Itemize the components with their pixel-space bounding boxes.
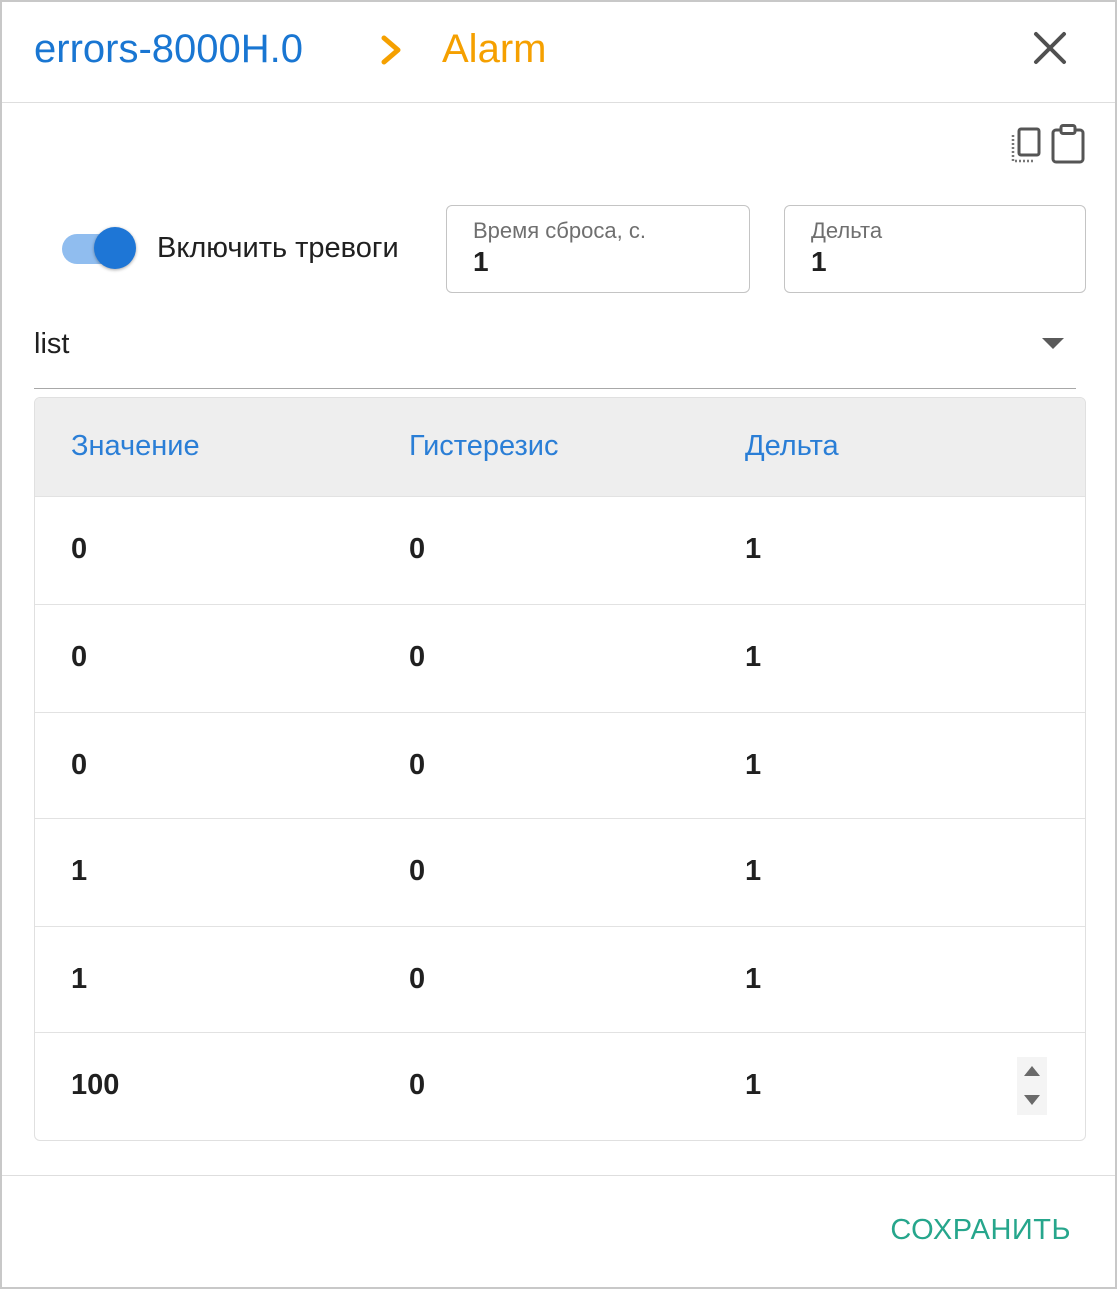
breadcrumb-root[interactable]: errors-8000H.0	[34, 24, 303, 74]
delta-value[interactable]: 1	[811, 246, 827, 278]
cell-hysteresis[interactable]: 0	[409, 533, 425, 566]
cell-delta[interactable]: 1	[745, 1069, 761, 1102]
cell-hysteresis[interactable]: 0	[409, 641, 425, 674]
cell-delta[interactable]: 1	[745, 533, 761, 566]
enable-alarms-toggle[interactable]	[60, 226, 138, 272]
alarm-dialog: errors-8000H.0 Alarm Включить тревоги Вр…	[0, 0, 1117, 1289]
cell-value[interactable]: 1	[71, 963, 87, 996]
save-button[interactable]: СОХРАНИТЬ	[890, 1214, 1071, 1247]
table-row: 0 0 1	[35, 496, 1085, 604]
spin-up-icon[interactable]	[1024, 1066, 1040, 1076]
cell-hysteresis[interactable]: 0	[409, 963, 425, 996]
column-header-value[interactable]: Значение	[71, 430, 200, 463]
cell-delta[interactable]: 1	[745, 641, 761, 674]
column-header-hysteresis[interactable]: Гистерезис	[409, 430, 558, 463]
clipboard-icon[interactable]	[1050, 124, 1086, 164]
enable-alarms-label: Включить тревоги	[157, 232, 399, 264]
cell-hysteresis[interactable]: 0	[409, 1069, 425, 1102]
table-row: 1 0 1	[35, 818, 1085, 926]
cell-hysteresis[interactable]: 0	[409, 855, 425, 888]
alarm-table: Значение Гистерезис Дельта 0 0 1 0 0 1 0…	[34, 397, 1086, 1141]
breadcrumb-current: Alarm	[442, 27, 547, 71]
delta-field[interactable]: Дельта 1	[784, 205, 1086, 293]
cell-value[interactable]: 100	[71, 1069, 119, 1102]
cell-value[interactable]: 0	[71, 641, 87, 674]
cell-value[interactable]: 0	[71, 533, 87, 566]
cell-delta[interactable]: 1	[745, 855, 761, 888]
mode-select-value: list	[34, 328, 70, 360]
cell-delta[interactable]: 1	[745, 963, 761, 996]
copy-icon[interactable]	[1010, 126, 1044, 164]
toggle-knob	[94, 227, 136, 269]
cell-value[interactable]: 1	[71, 855, 87, 888]
table-header: Значение Гистерезис Дельта	[35, 398, 1085, 496]
chevron-right-icon	[381, 35, 401, 65]
table-row: 100 0 1	[35, 1032, 1085, 1140]
table-row: 0 0 1	[35, 604, 1085, 712]
footer-divider	[2, 1175, 1115, 1176]
reset-time-label: Время сброса, с.	[473, 218, 646, 243]
table-row: 1 0 1	[35, 926, 1085, 1034]
column-header-delta[interactable]: Дельта	[745, 430, 839, 463]
cell-hysteresis[interactable]: 0	[409, 749, 425, 782]
reset-time-value[interactable]: 1	[473, 246, 489, 278]
delta-label: Дельта	[811, 218, 883, 243]
spin-down-icon[interactable]	[1024, 1095, 1040, 1105]
mode-select[interactable]: list	[34, 318, 1076, 389]
cell-delta[interactable]: 1	[745, 749, 761, 782]
table-row: 0 0 1	[35, 712, 1085, 820]
number-spinner[interactable]	[1017, 1057, 1047, 1115]
dropdown-arrow-icon[interactable]	[1042, 338, 1064, 349]
cell-value[interactable]: 0	[71, 749, 87, 782]
dialog-header: errors-8000H.0 Alarm	[2, 2, 1115, 103]
close-icon[interactable]	[1030, 28, 1070, 68]
reset-time-field[interactable]: Время сброса, с. 1	[446, 205, 750, 293]
